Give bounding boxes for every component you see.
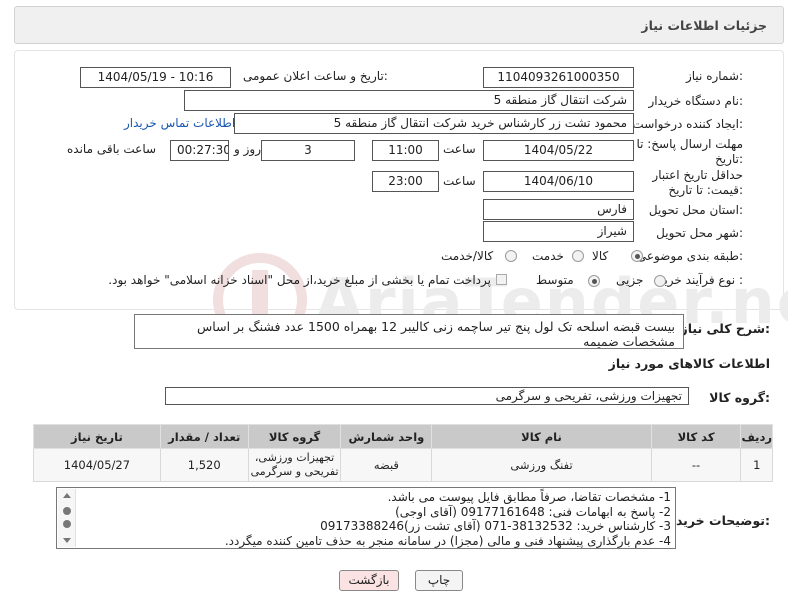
need-number-field: 1104093261000350 xyxy=(483,67,634,88)
category-option-service: خدمت xyxy=(532,249,564,263)
back-button[interactable]: بازگشت xyxy=(339,570,399,591)
city-field: شیراز xyxy=(483,221,634,242)
cell-row: 1 xyxy=(740,448,773,482)
remaining-time-field: 00:27:30 xyxy=(170,140,229,161)
table-header-row: ردیف کد کالا نام کالا واحد شمارش گروه کا… xyxy=(33,424,773,449)
process-radio-minor[interactable] xyxy=(654,275,666,287)
col-qty: تعداد / مقدار xyxy=(159,424,249,449)
goods-group-field: تجهیزات ورزشی، تفریحی و سرگرمی xyxy=(165,387,689,405)
scrollbar-arrows-icon xyxy=(63,493,71,543)
category-radio-service[interactable] xyxy=(572,250,584,262)
validity-date-field: 1404/06/10 xyxy=(483,171,634,192)
process-option-minor: جزیی xyxy=(616,273,644,287)
page-header: جزئیات اطلاعات نیاز xyxy=(14,6,784,44)
buyer-notes-label: توضیحات خریدار: xyxy=(664,513,770,528)
cell-code: -- xyxy=(650,448,742,482)
buyer-contact-link[interactable]: اطلاعات تماس خریدار xyxy=(124,116,235,130)
creator-label: ایجاد کننده درخواست: xyxy=(632,117,743,131)
col-group: گروه کالا xyxy=(247,424,342,449)
process-radio-medium[interactable] xyxy=(588,275,600,287)
cell-name: تفنگ ورزشی xyxy=(431,448,652,482)
goods-section-title: اطلاعات کالاهای مورد نیاز xyxy=(608,356,770,371)
buyer-notes-field[interactable]: 1- مشخصات تقاضا، صرفاً مطابق فایل پیوست … xyxy=(56,487,676,549)
page-title: جزئیات اطلاعات نیاز xyxy=(641,18,767,33)
remaining-time-label: ساعت باقی مانده xyxy=(67,142,157,156)
buyer-org-label: نام دستگاه خریدار: xyxy=(648,94,744,108)
process-label: نوع فرآیند خرید : xyxy=(658,273,743,287)
process-option-medium: متوسط xyxy=(536,273,574,287)
creator-field: محمود تشت زر کارشناس خرید شرکت انتقال گا… xyxy=(234,113,634,134)
goods-group-label: گروه کالا: xyxy=(709,390,770,405)
notes-line-2: 2- پاسخ به ابهامات فنی: 09177161648 (آقا… xyxy=(395,504,671,519)
reply-time-field: 11:00 xyxy=(372,140,439,161)
description-field[interactable]: بیست قبضه اسلحه تک لول پنج تیر ساچمه زنی… xyxy=(134,314,684,349)
notes-line-3: 3- کارشناس خرید: 38132532-071 (آقای تشت … xyxy=(320,519,671,533)
reply-time-label: ساعت xyxy=(443,142,476,156)
description-label: شرح کلی نیاز: xyxy=(680,321,771,336)
notes-line-1: 1- مشخصات تقاضا، صرفاً مطابق فایل پیوست … xyxy=(387,490,671,504)
category-option-goods: کالا xyxy=(592,249,609,263)
reply-date-field: 1404/05/22 xyxy=(483,140,634,161)
buyer-org-field: شرکت انتقال گاز منطقه 5 xyxy=(184,90,634,111)
notes-text: 1- مشخصات تقاضا، صرفاً مطابق فایل پیوست … xyxy=(79,490,671,548)
category-radio-goods[interactable] xyxy=(631,250,643,262)
col-row: ردیف xyxy=(740,424,773,449)
table-row[interactable]: 1 -- تفنگ ورزشی قبضه تجهیزات ورزشی، تفری… xyxy=(33,448,773,482)
announce-date-label: تاریخ و ساعت اعلان عمومی: xyxy=(243,69,388,83)
col-name: نام کالا xyxy=(431,424,652,449)
treasury-payment-checkbox[interactable] xyxy=(496,274,507,285)
notes-line-4: 4- عدم بارگذاری پیشنهاد فنی و مالی (مجزا… xyxy=(224,533,671,548)
treasury-payment-note: پرداخت تمام یا بخشی از مبلغ خرید،از محل … xyxy=(108,273,491,287)
notes-scrollbar[interactable] xyxy=(58,489,76,547)
province-field: فارس xyxy=(483,199,634,220)
col-code: کد کالا xyxy=(650,424,742,449)
validity-time-field: 23:00 xyxy=(372,171,439,192)
category-radio-goods-service[interactable] xyxy=(505,250,517,262)
cell-group: تجهیزات ورزشی، تفریحی و سرگرمی xyxy=(247,448,342,482)
validity-time-label: ساعت xyxy=(443,174,476,188)
category-option-goods-service: کالا/خدمت xyxy=(441,249,494,263)
cell-qty: 1,520 xyxy=(159,448,249,482)
city-label: شهر محل تحویل: xyxy=(656,226,743,240)
days-field: 3 xyxy=(261,140,355,161)
cell-date: 1404/05/27 xyxy=(33,448,161,482)
category-label: طبقه بندی موضوعی: xyxy=(636,249,743,263)
col-date: تاریخ نیاز xyxy=(33,424,161,449)
announce-date-field: 1404/05/19 - 10:16 xyxy=(80,67,231,88)
goods-table: ردیف کد کالا نام کالا واحد شمارش گروه کا… xyxy=(33,424,773,482)
need-number-label: شماره نیاز: xyxy=(685,69,743,83)
days-label: روز و xyxy=(234,142,261,156)
cell-unit: قبضه xyxy=(340,448,433,482)
reply-deadline-label: مهلت ارسال پاسخ: تا تاریخ: xyxy=(636,137,743,166)
province-label: استان محل تحویل: xyxy=(648,203,743,217)
price-validity-label: حداقل تاریخ اعتبار قیمت: تا تاریخ: xyxy=(652,168,743,197)
col-unit: واحد شمارش xyxy=(340,424,433,449)
print-button[interactable]: چاپ xyxy=(415,570,463,591)
